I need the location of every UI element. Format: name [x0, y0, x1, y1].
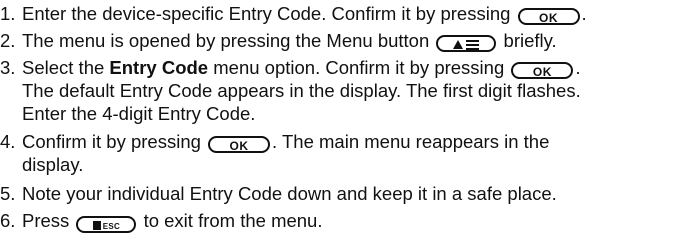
ok-button-icon: OK — [208, 136, 271, 153]
menu-button-icon — [436, 35, 497, 52]
step-text-mid: menu option. Confirm it by pressing — [213, 57, 505, 78]
esc-key-label: ESC — [102, 222, 121, 231]
up-triangle-icon — [453, 40, 464, 49]
ok-key-label: OK — [229, 139, 249, 153]
step-text: Select the — [22, 57, 105, 78]
esc-button-icon: ESC — [76, 216, 137, 233]
ok-key-label: OK — [539, 11, 559, 25]
step-1: 1. Enter the device-specific Entry Code. … — [0, 2, 686, 25]
step-number: 2. — [0, 30, 16, 51]
step-text: Note your individual Entry Code down and… — [22, 183, 557, 204]
step-text: The menu is opened by pressing the Menu … — [22, 30, 430, 51]
instruction-list: 1. Enter the device-specific Entry Code. … — [0, 0, 686, 246]
ok-button-icon: OK — [517, 8, 580, 25]
step-text-end: briefly. — [503, 30, 557, 51]
step-4-line-2: display. — [22, 154, 84, 175]
step-text-end: . The main menu reappears in the — [272, 131, 550, 152]
step-number: 5. — [0, 183, 16, 204]
step-4: 4. Confirm it by pressing OK . The main me… — [0, 130, 686, 153]
step-number: 4. — [0, 131, 16, 152]
step-text-bold: Entry Code — [109, 57, 209, 78]
step-number: 6. — [0, 210, 16, 231]
step-number: 1. — [0, 3, 16, 24]
step-text-end: . — [581, 3, 587, 24]
step-2: 2. The menu is opened by pressing the Men… — [0, 29, 686, 52]
step-text: Press — [22, 210, 70, 231]
ok-button-icon: OK — [511, 62, 574, 79]
ok-key-label: OK — [532, 65, 552, 79]
step-5: 5. Note your individual Entry Code down a… — [0, 182, 686, 205]
stop-square-icon — [92, 221, 101, 230]
step-3-line-2: The default Entry Code appears in the di… — [22, 80, 581, 101]
step-text-end: to exit from the menu. — [143, 210, 323, 231]
step-number: 3. — [0, 57, 16, 78]
step-text-end: . — [575, 57, 581, 78]
step-3-line-3: Enter the 4-digit Entry Code. — [22, 103, 256, 124]
step-6: 6. Press ESC to exit from the menu. — [0, 209, 686, 233]
step-3: 3. Select the Entry Code menu option. Con… — [0, 56, 686, 79]
menu-lines-icon — [466, 40, 480, 50]
step-text: Enter the device-specific Entry Code. Co… — [22, 3, 511, 24]
step-text: Confirm it by pressing — [22, 131, 201, 152]
